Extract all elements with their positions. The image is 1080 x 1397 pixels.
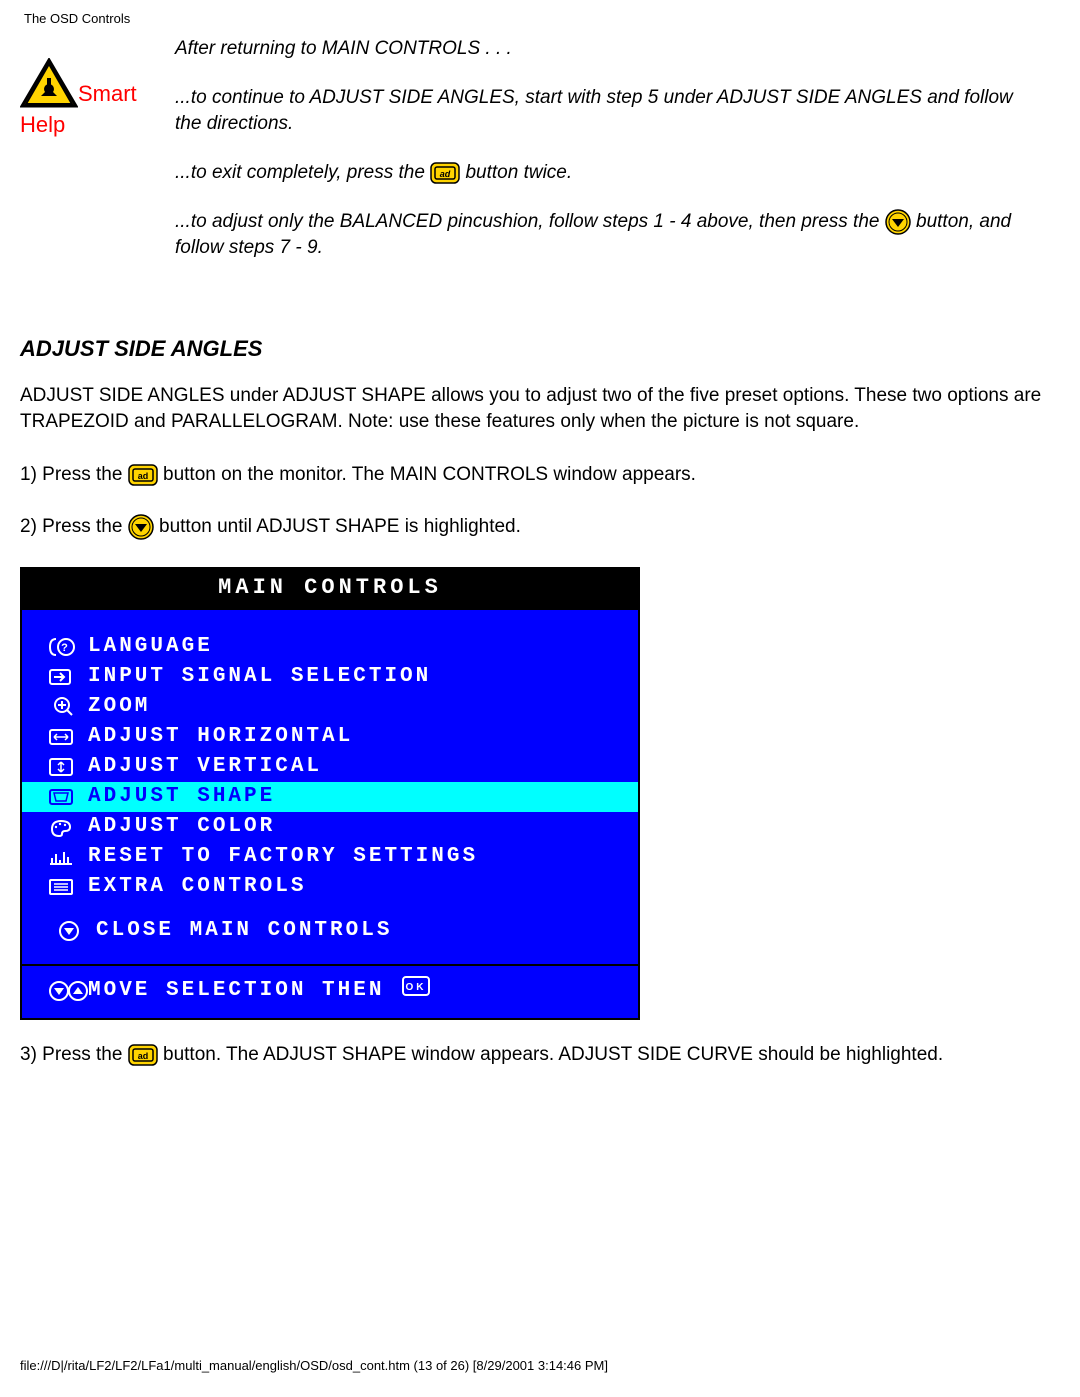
osd-title: MAIN CONTROLS [22,569,638,610]
osd-item-input-signal: INPUT SIGNAL SELECTION [22,662,638,692]
warning-icon [20,58,78,110]
footer-path: file:///D|/rita/LF2/LF2/LFa1/multi_manua… [20,1357,608,1375]
ok-button-icon: ad [430,162,460,184]
intro-text: ADJUST SIDE ANGLES under ADJUST SHAPE al… [20,383,1060,436]
osd-footer: MOVE SELECTION THEN OK [22,964,638,1018]
zoom-icon [48,696,88,718]
smart-label: Smart [78,81,137,106]
smart-help-line1: After returning to MAIN CONTROLS . . . [175,36,1020,63]
svg-text:ad: ad [137,471,148,481]
step-1: 1) Press the ad button on the monitor. T… [20,462,1060,489]
svg-text:?: ? [61,642,71,654]
svg-text:OK: OK [406,982,427,993]
page-header: The OSD Controls [0,0,1080,28]
ok-small-icon: OK [402,976,430,1006]
adjust-shape-icon [48,786,88,808]
adjust-color-icon [48,816,88,838]
up-down-icon [48,980,88,1002]
adjust-vertical-icon [48,756,88,778]
ok-button-icon: ad [128,464,158,486]
osd-item-adjust-vertical: ADJUST VERTICAL [22,752,638,782]
smart-help-line2: ...to continue to ADJUST SIDE ANGLES, st… [175,85,1020,138]
down-button-icon [885,209,911,235]
osd-item-language: ? LANGUAGE [22,632,638,662]
osd-item-adjust-color: ADJUST COLOR [22,812,638,842]
smart-help-block: Smart Help After returning to MAIN CONTR… [20,28,1060,284]
osd-item-zoom: ZOOM [22,692,638,722]
input-signal-icon [48,666,88,688]
svg-text:ad: ad [137,1051,148,1061]
help-label: Help [20,112,65,137]
step-3: 3) Press the ad button. The ADJUST SHAPE… [20,1042,1060,1069]
step-2: 2) Press the button until ADJUST SHAPE i… [20,514,1060,541]
osd-item-reset: RESET TO FACTORY SETTINGS [22,842,638,872]
osd-item-adjust-horizontal: ADJUST HORIZONTAL [22,722,638,752]
language-icon: ? [48,636,88,658]
extra-controls-icon [48,876,88,898]
smart-help-line4: ...to adjust only the BALANCED pincushio… [175,209,1020,262]
osd-item-close: CLOSE MAIN CONTROLS [22,916,638,946]
osd-screen: MAIN CONTROLS ? LANGUAGE INPUT SIGNAL SE… [20,567,640,1020]
adjust-horizontal-icon [48,726,88,748]
down-button-icon [128,514,154,540]
svg-text:ad: ad [440,169,451,179]
reset-icon [48,846,88,868]
ok-button-icon: ad [128,1044,158,1066]
osd-item-extra-controls: EXTRA CONTROLS [22,872,638,902]
smart-help-line3: ...to exit completely, press the ad butt… [175,160,1020,187]
close-icon [56,920,96,942]
osd-item-adjust-shape: ADJUST SHAPE [22,782,638,812]
section-title: ADJUST SIDE ANGLES [20,334,1060,365]
